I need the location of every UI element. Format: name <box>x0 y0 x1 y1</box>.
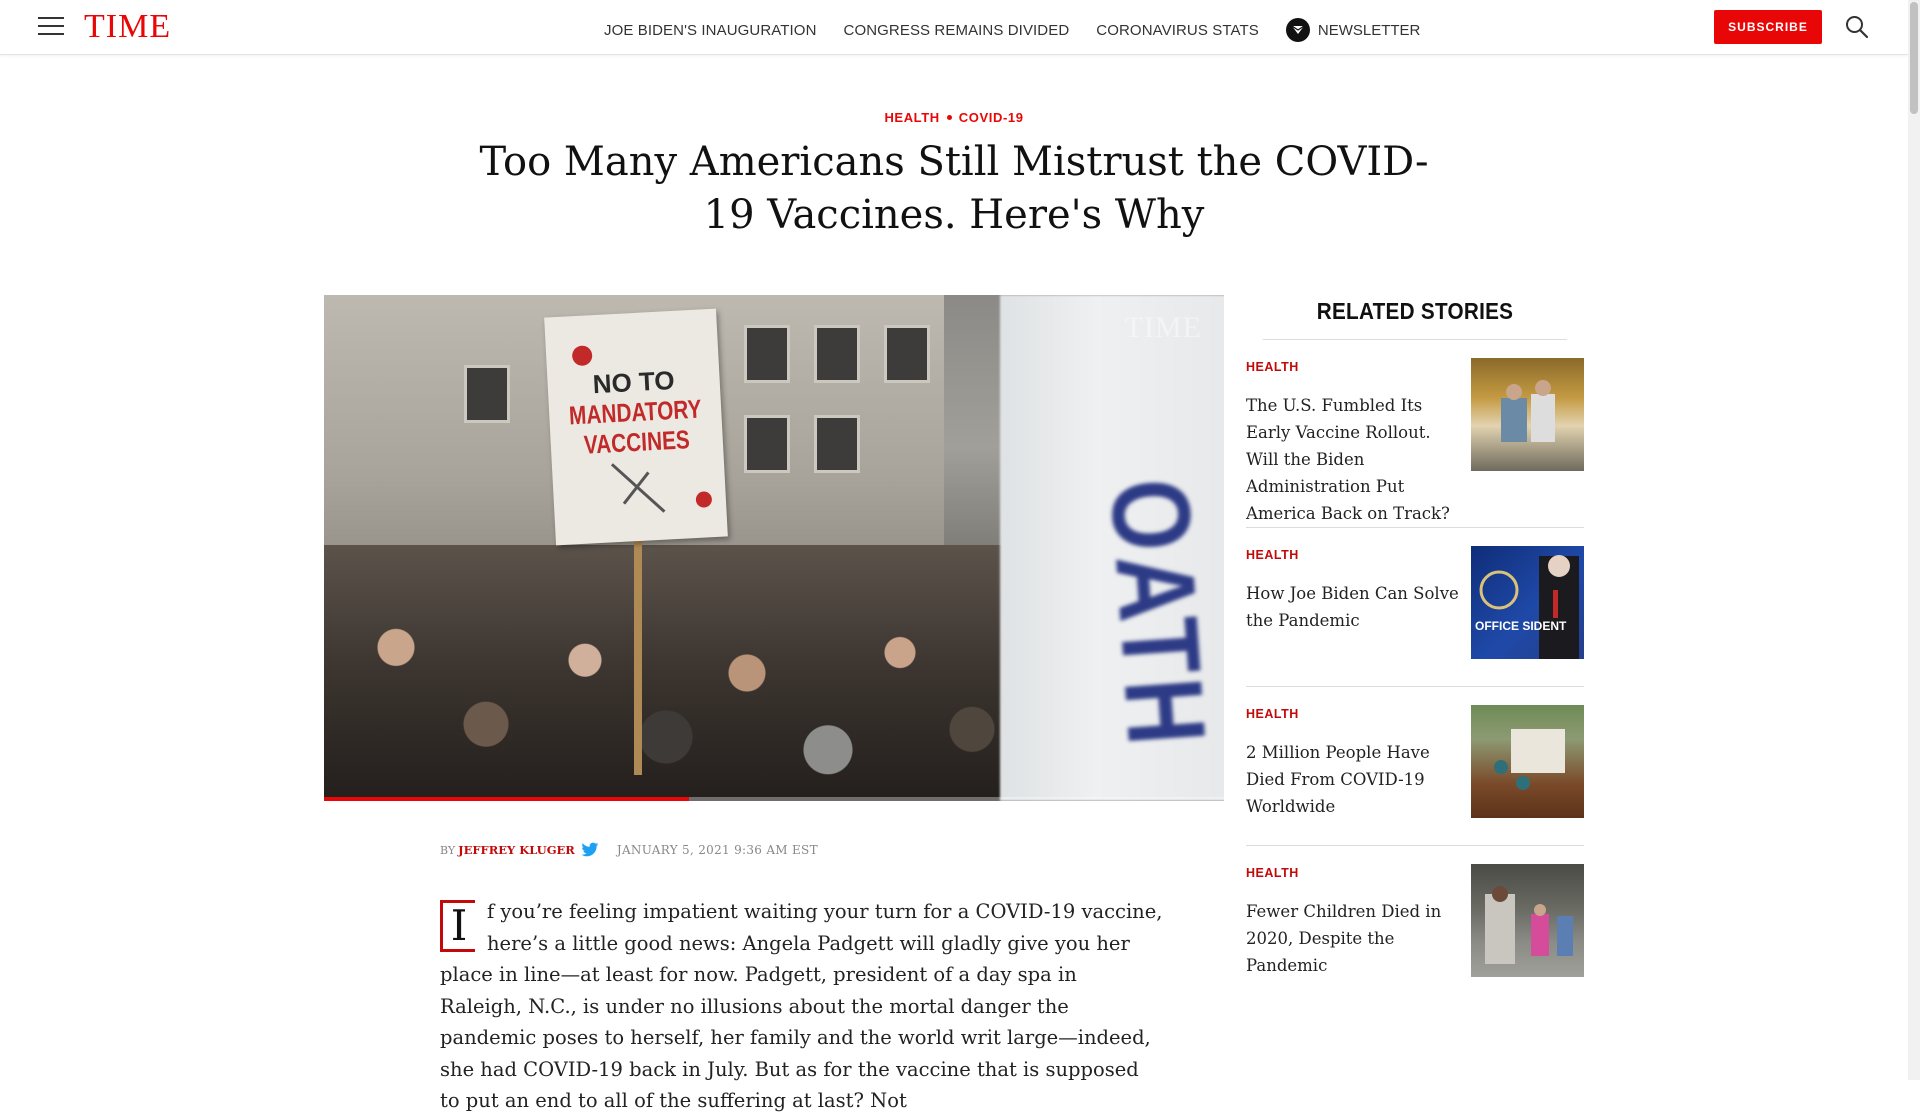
related-story-tag[interactable]: HEALTH <box>1246 866 1299 880</box>
search-icon[interactable] <box>1844 14 1870 40</box>
page-scrollbar[interactable] <box>1908 0 1920 1080</box>
related-story-headline[interactable]: The U.S. Fumbled Its Early Vaccine Rollo… <box>1246 392 1462 527</box>
related-stories-title: RELATED STORIES <box>1262 298 1568 340</box>
kicker-separator-dot <box>946 115 952 121</box>
byline: BY JEFFREY KLUGER JANUARY 5, 2021 9:36 A… <box>440 842 818 858</box>
related-story-tag[interactable]: HEALTH <box>1246 548 1299 562</box>
related-story-thumbnail[interactable] <box>1471 358 1584 471</box>
nav-link-biden-inauguration[interactable]: JOE BIDEN'S INAUGURATION <box>604 22 817 39</box>
kicker-tag-health[interactable]: HEALTH <box>884 110 939 125</box>
blurred-sign-text: OATH <box>1086 475 1224 753</box>
scrollbar-thumb[interactable] <box>1910 2 1918 114</box>
publish-date: JANUARY 5, 2021 9:36 AM EST <box>616 843 818 857</box>
related-story-tag[interactable]: HEALTH <box>1246 707 1299 721</box>
blurred-foreground-sign: OATH <box>1000 295 1224 801</box>
drop-cap: I <box>440 900 475 952</box>
related-story[interactable]: HEALTH 2 Million People Have Died From C… <box>1246 687 1584 846</box>
related-stories: RELATED STORIES HEALTH The U.S. Fumbled … <box>1246 298 1584 1004</box>
article-paragraph: f you’re feeling impatient waiting your … <box>440 900 1163 1112</box>
kicker-tag-covid[interactable]: COVID-19 <box>959 110 1024 125</box>
sign-stick <box>634 535 642 775</box>
nav-link-coronavirus-stats[interactable]: CORONAVIRUS STATS <box>1096 22 1259 39</box>
related-story-headline[interactable]: Fewer Children Died in 2020, Despite the… <box>1246 898 1462 979</box>
related-story-thumbnail[interactable] <box>1471 864 1584 977</box>
related-story[interactable]: HEALTH The U.S. Fumbled Its Early Vaccin… <box>1246 340 1584 528</box>
newsletter-label: NEWSLETTER <box>1317 21 1421 39</box>
nav-links: JOE BIDEN'S INAUGURATION CONGRESS REMAIN… <box>604 18 1420 42</box>
byline-prefix: BY <box>440 843 456 857</box>
article-headline: Too Many Americans Still Mistrust the CO… <box>479 139 1429 238</box>
video-watermark: TIME <box>1124 311 1202 344</box>
related-story-headline[interactable]: How Joe Biden Can Solve the Pandemic <box>1246 580 1462 634</box>
nav-link-congress-divided[interactable]: CONGRESS REMAINS DIVIDED <box>844 22 1070 39</box>
menu-icon[interactable] <box>38 17 64 37</box>
video-progress-fill <box>324 797 689 801</box>
related-story-thumbnail[interactable]: OFFICE SIDENT <box>1471 546 1584 659</box>
video-player[interactable]: NO TO MANDATORY VACCINES OATH TIME <box>324 295 1224 801</box>
related-story-tag[interactable]: HEALTH <box>1246 360 1299 374</box>
newsletter-link[interactable]: NEWSLETTER <box>1285 18 1421 42</box>
time-logo[interactable]: TIME <box>84 8 171 46</box>
thumbnail-text: OFFICE SIDENT <box>1475 619 1567 633</box>
twitter-icon[interactable] <box>581 842 599 858</box>
related-story-thumbnail[interactable] <box>1471 705 1584 818</box>
subscribe-button[interactable]: SUBSCRIBE <box>1714 10 1822 44</box>
protest-sign: NO TO MANDATORY VACCINES <box>544 308 728 546</box>
top-navigation-bar: TIME JOE BIDEN'S INAUGURATION CONGRESS R… <box>0 0 1908 55</box>
author-link[interactable]: JEFFREY KLUGER <box>458 843 575 857</box>
video-progress-bar[interactable] <box>324 797 1224 801</box>
related-story[interactable]: HEALTH How Joe Biden Can Solve the Pande… <box>1246 528 1584 687</box>
newsletter-icon <box>1285 18 1310 42</box>
article-body: If you’re feeling impatient waiting your… <box>440 896 1164 1117</box>
related-story-headline[interactable]: 2 Million People Have Died From COVID-19… <box>1246 739 1462 820</box>
related-story[interactable]: HEALTH Fewer Children Died in 2020, Desp… <box>1246 846 1584 1004</box>
article-kicker: HEALTH COVID-19 <box>0 110 1908 125</box>
